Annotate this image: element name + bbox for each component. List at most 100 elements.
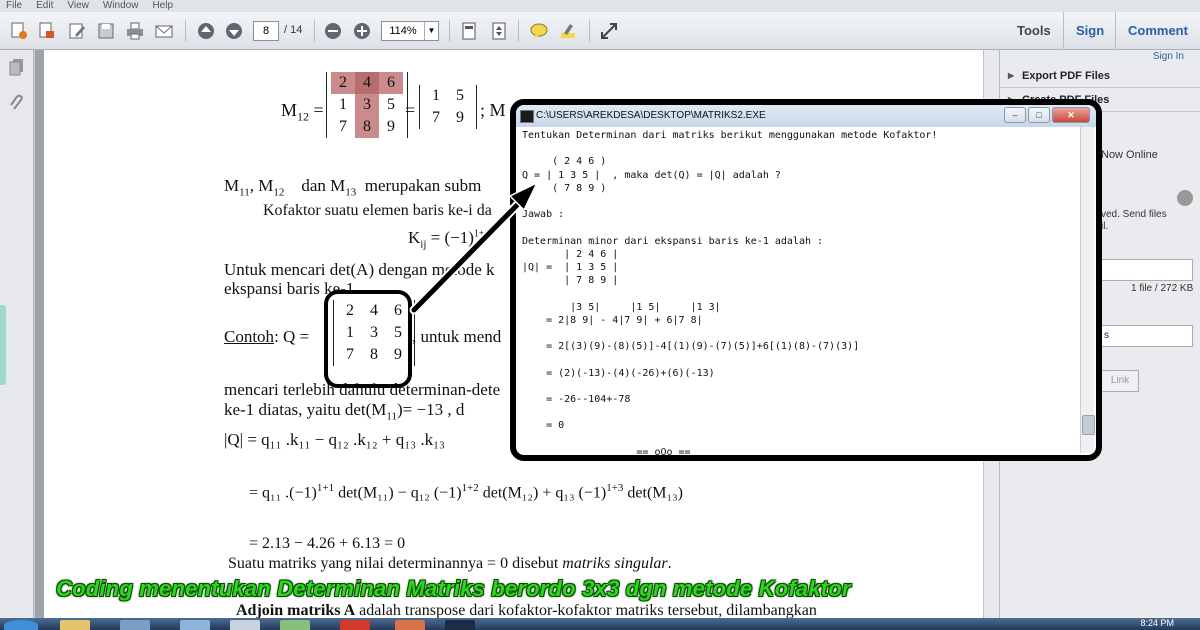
- zoom-value: 114%: [389, 25, 417, 37]
- pages-icon[interactable]: [8, 58, 26, 76]
- file-dropzone[interactable]: [1101, 259, 1193, 281]
- contoh-line: Contoh: Q =: [224, 327, 310, 346]
- info-icon: [1177, 190, 1193, 206]
- menu-edit[interactable]: Edit: [36, 0, 53, 12]
- kofaktor-line: Kofaktor suatu elemen baris ke-i da: [263, 202, 492, 219]
- mail-icon[interactable]: [153, 20, 175, 42]
- highlight-icon[interactable]: [557, 20, 579, 42]
- menu-bar: File Edit View Window Help: [0, 0, 1200, 12]
- comment-icon[interactable]: [528, 20, 550, 42]
- m12-cell: 2: [331, 72, 355, 94]
- create-pdf-icon[interactable]: [8, 20, 30, 42]
- console-title-bar[interactable]: C:\USERS\AREKDESA\DESKTOP\MATRIKS2.EXE –…: [516, 105, 1096, 127]
- caption-banner: Coding menentukan Determinan Matriks ber…: [56, 576, 851, 601]
- contoh-after: , untuk mend: [412, 327, 502, 346]
- tools-button[interactable]: Tools: [1017, 12, 1051, 50]
- taskbar-app[interactable]: [280, 620, 310, 630]
- m13-label: ; M: [480, 100, 506, 120]
- toolbar-separator: [185, 20, 186, 42]
- minor-cell: 9: [456, 109, 464, 126]
- m12-cell: 8: [355, 116, 379, 138]
- toolbar-separator: [449, 20, 450, 42]
- fit-page-icon[interactable]: [458, 20, 480, 42]
- maximize-button[interactable]: □: [1028, 107, 1050, 123]
- print-icon[interactable]: [124, 20, 146, 42]
- recipient-input[interactable]: s: [1101, 325, 1193, 347]
- scroll-mode-icon[interactable]: [488, 20, 510, 42]
- fullscreen-icon[interactable]: [598, 20, 620, 42]
- toolbar: 8 / 14 114% ▼ Tools Sign Comment: [0, 12, 1200, 50]
- equals-sign: =: [405, 100, 416, 120]
- export-pdf-row[interactable]: Export PDF Files: [1000, 64, 1200, 88]
- kij-formula: Kij = (−1)1+1: [408, 228, 490, 251]
- result-equation: = 2.13 − 4.26 + 6.13 = 0: [249, 535, 406, 552]
- m12-cell: 7: [339, 118, 347, 135]
- taskbar-app[interactable]: [230, 620, 260, 630]
- minor-cell: 7: [432, 109, 440, 126]
- expansion-equation: = q₁₁ .(−1)1+1 det(M₁₁) − q₁₂ (−1)1+2 de…: [249, 482, 684, 502]
- m12-minor-matrix: 15 79: [419, 85, 477, 129]
- m12-cell: 3: [355, 94, 379, 116]
- m12-matrix: 246 135 789: [326, 72, 408, 138]
- comment-button[interactable]: Comment: [1115, 12, 1188, 50]
- minor-cell: 1: [432, 87, 440, 104]
- taskbar: 8:24 PM: [0, 618, 1200, 630]
- untuk-line-1: Untuk mencari det(A) dengan metode k: [224, 260, 495, 279]
- save-icon[interactable]: [95, 20, 117, 42]
- sign-button[interactable]: Sign: [1063, 12, 1104, 50]
- file-info: 1 file / 272 KB: [1131, 283, 1194, 294]
- m12-label: M12 =: [281, 100, 324, 124]
- close-button[interactable]: ✕: [1052, 107, 1090, 123]
- chevron-down-icon[interactable]: ▼: [424, 22, 438, 40]
- taskbar-app-browser[interactable]: [395, 620, 425, 630]
- send-text-2: il.: [1101, 221, 1109, 232]
- taskbar-app[interactable]: [120, 620, 150, 630]
- taskbar-app[interactable]: [180, 620, 210, 630]
- m12-cell: 5: [387, 96, 395, 113]
- console-output: Tentukan Determinan dari matriks berikut…: [522, 130, 938, 458]
- zoom-in-icon[interactable]: [351, 20, 373, 42]
- toolbar-separator: [589, 20, 590, 42]
- singular-line: Suatu matriks yang nilai determinannya =…: [228, 555, 672, 572]
- m12-cell: 4: [355, 72, 379, 94]
- toolbar-separator: [314, 20, 315, 42]
- taskbar-app-explorer[interactable]: [60, 620, 90, 630]
- taskbar-clock: 8:24 PM: [1140, 618, 1174, 628]
- total-pages: / 14: [284, 24, 303, 36]
- attachment-icon[interactable]: [8, 94, 26, 112]
- window-buttons: – □ ✕: [1004, 107, 1090, 123]
- start-button[interactable]: [4, 620, 38, 630]
- edit-icon[interactable]: [36, 20, 58, 42]
- zoom-out-icon[interactable]: [322, 20, 344, 42]
- menu-help[interactable]: Help: [152, 0, 173, 12]
- zoom-select[interactable]: 114% ▼: [381, 21, 439, 41]
- edit-pen-icon[interactable]: [66, 20, 88, 42]
- side-tab-handle[interactable]: [0, 305, 6, 385]
- send-text: ved. Send files: [1101, 209, 1167, 220]
- menu-window[interactable]: Window: [103, 0, 139, 12]
- taskbar-app-acrobat[interactable]: [340, 620, 370, 630]
- toolbar-separator: [518, 20, 519, 42]
- console-title: C:\USERS\AREKDESA\DESKTOP\MATRIKS2.EXE: [536, 110, 766, 121]
- menu-view[interactable]: View: [67, 0, 89, 12]
- ke1-line: ke-1 diatas, yaitu det(M11)= −13 , d: [224, 400, 465, 423]
- navigation-pane: [0, 50, 34, 630]
- m12-cell: 1: [339, 96, 347, 113]
- link-button[interactable]: Link: [1101, 370, 1139, 392]
- m12-cell: 9: [387, 118, 395, 135]
- minor-cell: 5: [456, 87, 464, 104]
- matrix-callout-box: [324, 290, 412, 388]
- console-scrollbar[interactable]: [1080, 127, 1095, 453]
- console-window[interactable]: C:\USERS\AREKDESA\DESKTOP\MATRIKS2.EXE –…: [510, 99, 1102, 461]
- m12-cell: 6: [379, 72, 403, 94]
- menu-file[interactable]: File: [6, 0, 22, 12]
- prev-page-icon[interactable]: [195, 20, 217, 42]
- page-number-input[interactable]: 8: [253, 21, 279, 41]
- det-q-equation: |Q| = q₁₁ .k₁₁ − q₁₂ .k₁₂ + q₁₃ .k₁₃: [224, 430, 445, 449]
- sign-in-link[interactable]: Sign In: [1153, 51, 1184, 62]
- minor-list-line: M11, M12 dan M13 merupakan subm: [224, 176, 482, 199]
- next-page-icon[interactable]: [223, 20, 245, 42]
- minimize-button[interactable]: –: [1004, 107, 1026, 123]
- now-online-text: Now Online: [1101, 149, 1158, 161]
- taskbar-app-console[interactable]: [445, 620, 475, 630]
